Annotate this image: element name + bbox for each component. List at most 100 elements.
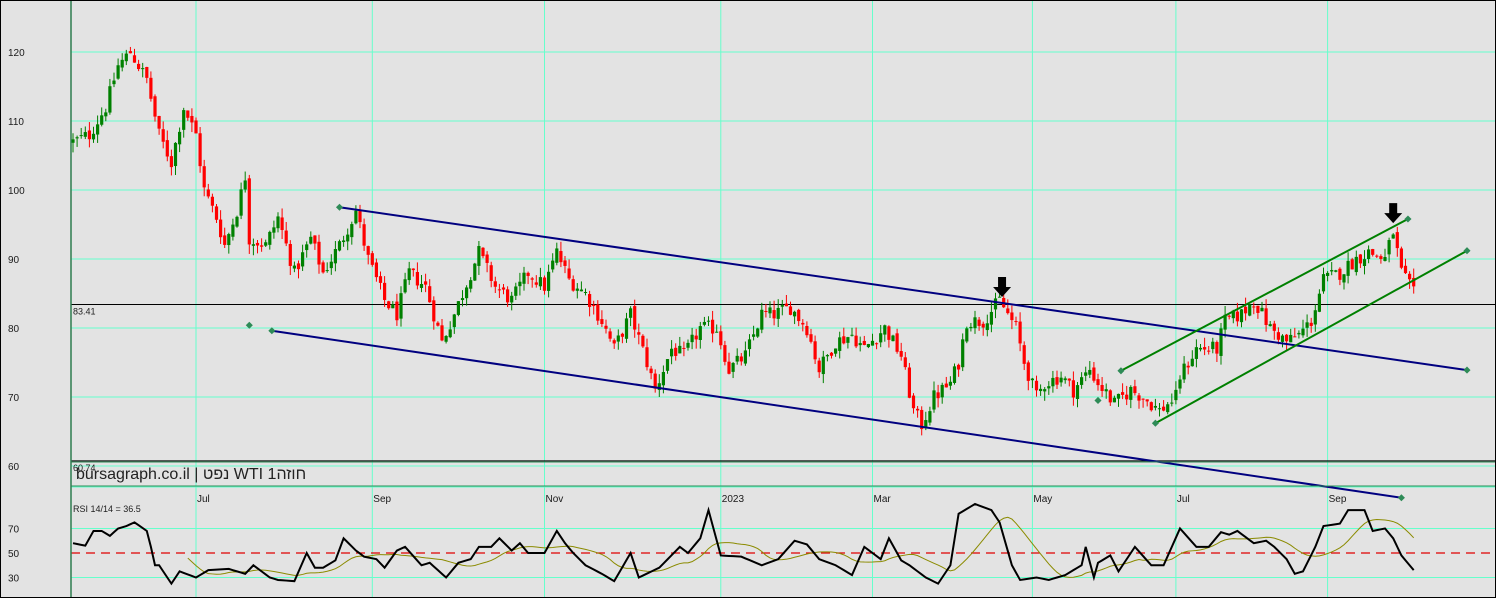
candle-down [296, 263, 301, 270]
time-tick-label: 2023 [722, 494, 745, 505]
candle-up [1129, 386, 1133, 400]
candle-down [887, 326, 891, 340]
candle-down [214, 206, 219, 220]
candle-up [735, 355, 739, 362]
candle-down [1014, 321, 1018, 323]
candle-down [612, 340, 616, 344]
price-tick-label: 60 [8, 462, 20, 473]
level-label: 83.41 [73, 306, 96, 316]
candle-down [190, 115, 194, 123]
time-tick-label: Mar [874, 494, 892, 505]
candle-down [210, 196, 214, 206]
candle-up [350, 224, 354, 238]
candle-up [928, 411, 932, 423]
candle-up [510, 295, 514, 303]
candle-down [489, 265, 493, 282]
time-tick-label: Jul [197, 494, 210, 505]
candle-down [1358, 254, 1362, 264]
candle-down [674, 347, 678, 356]
candle-down [977, 319, 981, 326]
candle-up [756, 328, 760, 337]
candle-down [284, 230, 288, 244]
candle-up [325, 270, 329, 272]
candle-up [342, 240, 346, 243]
candle-up [793, 311, 797, 317]
candle-up [407, 268, 411, 281]
candle-down [1272, 323, 1276, 331]
candle-down [395, 301, 399, 321]
candle-down [1010, 312, 1014, 321]
candle-down [280, 217, 284, 231]
candle-down [809, 334, 813, 342]
candle-up [456, 301, 460, 315]
candle-up [1268, 324, 1272, 327]
candle-up [538, 277, 542, 287]
candle-down [641, 335, 645, 347]
candle-up [1346, 260, 1350, 276]
candle-up [276, 216, 280, 229]
candle-up [1174, 389, 1178, 401]
candle-up [1051, 377, 1055, 387]
candle-up [251, 244, 255, 246]
candle-up [178, 131, 182, 145]
candle-down [719, 331, 723, 346]
candle-down [620, 333, 624, 337]
candle-down [436, 322, 440, 326]
candle-up [752, 334, 756, 337]
candle-down [255, 242, 260, 246]
candle-down [288, 243, 292, 266]
candle-up [1190, 358, 1194, 367]
candle-up [1170, 402, 1174, 404]
candle-down [387, 301, 391, 309]
candle-down [903, 357, 907, 368]
candle-up [1289, 334, 1293, 343]
candle-down [530, 278, 534, 280]
candle-down [842, 336, 846, 344]
candle-down [358, 211, 362, 223]
candle-down [198, 133, 202, 167]
candle-down [1026, 362, 1030, 381]
candle-up [1059, 377, 1063, 383]
candle-down [1108, 390, 1112, 403]
candle-up [75, 137, 79, 139]
candle-up [825, 355, 829, 357]
candle-up [1297, 332, 1301, 335]
candle-down [829, 352, 834, 356]
candle-up [551, 260, 555, 270]
candle-down [157, 115, 161, 129]
candle-down [378, 276, 383, 283]
candle-down [1371, 249, 1375, 255]
candle-up [834, 348, 838, 354]
candle-up [477, 246, 481, 266]
candle-down [711, 319, 715, 334]
candle-up [264, 242, 268, 246]
candle-up [243, 180, 247, 190]
candle-up [969, 326, 973, 329]
candle-down [1379, 256, 1383, 260]
price-tick-label: 80 [8, 324, 20, 335]
candle-down [432, 300, 436, 322]
candle-down [895, 333, 899, 352]
candle-up [522, 272, 526, 284]
candle-down [165, 140, 169, 157]
candle-up [141, 68, 145, 70]
candle-up [419, 283, 424, 288]
candle-up [690, 334, 694, 343]
candle-up [747, 339, 752, 350]
candle-up [547, 271, 551, 291]
candle-up [465, 287, 469, 299]
candle-up [1313, 310, 1317, 325]
candle-down [764, 311, 768, 313]
candle-down [186, 110, 190, 118]
candle-down [137, 63, 141, 70]
candle-up [952, 366, 957, 383]
candle-down [567, 268, 571, 279]
candle-down [817, 360, 821, 373]
candle-down [797, 309, 801, 322]
candle-down [645, 347, 649, 368]
candle-up [91, 133, 96, 140]
candle-up [579, 289, 583, 292]
candle-down [321, 262, 325, 273]
candle-up [1157, 408, 1162, 410]
candle-down [682, 347, 686, 349]
